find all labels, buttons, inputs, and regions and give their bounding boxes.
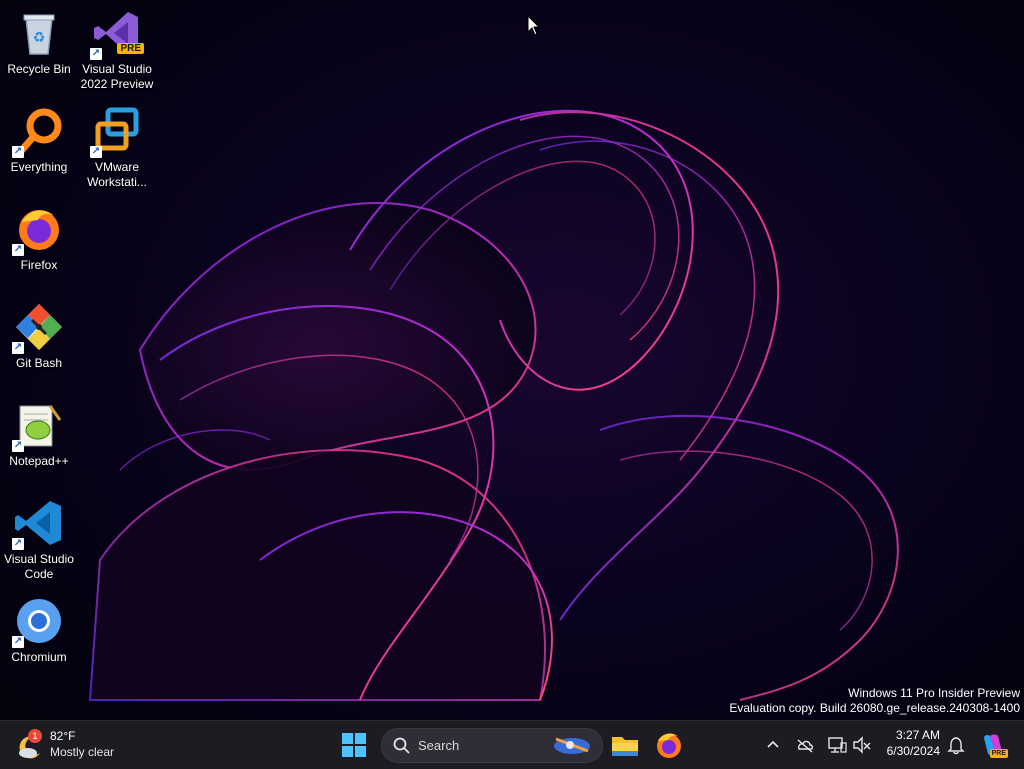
copilot-pre-badge: PRE <box>989 749 1008 758</box>
desktop-icon-vscode[interactable]: ↗ Visual Studio Code <box>0 490 78 582</box>
network-icon <box>828 737 847 753</box>
desktop-icon-label: Notepad++ <box>9 454 69 468</box>
everything-search-icon: ↗ <box>12 106 64 158</box>
recycle-bin-icon: ♻ <box>14 8 64 58</box>
notepadpp-icon: ↗ <box>12 400 64 452</box>
shortcut-arrow-icon: ↗ <box>12 538 24 550</box>
desktop-icon-everything[interactable]: ↗ Everything <box>0 98 78 175</box>
desktop-icon-vmware-workstation[interactable]: ↗ VMware Workstati... <box>78 98 156 190</box>
notification-button[interactable] <box>946 735 966 755</box>
shortcut-arrow-icon: ↗ <box>12 146 24 158</box>
desktop-icon-firefox[interactable]: ↗ Firefox <box>0 196 78 273</box>
desktop-icon-label: Everything <box>10 160 68 174</box>
desktop-icon-label: VMware Workstati... <box>87 160 147 189</box>
onedrive-tray[interactable] <box>795 735 815 755</box>
watermark-build: Evaluation copy. Build 26080.ge_release.… <box>729 701 1020 715</box>
weather-condition: Mostly clear <box>50 745 115 759</box>
weather-alert-badge: 1 <box>28 729 42 743</box>
windows-watermark: Windows 11 Pro Insider Preview Evaluatio… <box>729 686 1020 716</box>
watermark-edition: Windows 11 Pro Insider Preview <box>848 686 1020 700</box>
svg-text:♻: ♻ <box>33 30 46 46</box>
vmware-icon: ↗ <box>90 106 142 158</box>
shortcut-arrow-icon: ↗ <box>90 48 102 60</box>
desktop-icon-notepadpp[interactable]: ↗ Notepad++ <box>0 392 78 469</box>
taskbar-search-box[interactable]: Search <box>381 728 603 763</box>
firefox-icon <box>657 733 681 758</box>
shortcut-arrow-icon: ↗ <box>12 342 24 354</box>
onedrive-offline-icon <box>797 739 814 753</box>
desktop-icon-label: Visual Studio 2022 Preview <box>80 62 154 91</box>
taskbar: 1 82°F Mostly clear Search 3:27 AM 6/30/… <box>0 720 1024 769</box>
git-bash-icon: ↗ <box>12 302 64 354</box>
chevron-up-icon <box>767 740 779 748</box>
shortcut-arrow-icon: ↗ <box>12 244 24 256</box>
vscode-icon: ↗ <box>12 498 64 550</box>
search-placeholder: Search <box>418 738 460 753</box>
clock-date: 6/30/2024 <box>886 744 940 758</box>
visual-studio-icon: PRE ↗ <box>90 8 144 60</box>
start-button[interactable] <box>340 731 368 759</box>
copilot-button[interactable]: PRE <box>980 732 1008 758</box>
desktop-icon-visual-studio-2022-preview[interactable]: PRE ↗ Visual Studio 2022 Preview <box>78 0 156 92</box>
desktop-icon-label: Chromium <box>11 650 67 664</box>
search-icon <box>393 737 410 754</box>
network-tray[interactable] <box>827 735 847 755</box>
weather-widget[interactable]: 1 82°F Mostly clear <box>14 727 134 763</box>
volume-tray[interactable] <box>852 735 872 755</box>
search-highlight-icon <box>554 737 590 754</box>
show-hidden-icons-button[interactable] <box>763 735 783 755</box>
chromium-icon: ↗ <box>12 596 64 648</box>
taskbar-firefox[interactable] <box>653 729 685 761</box>
windows-logo-icon <box>342 733 366 757</box>
desktop-icon-git-bash[interactable]: ↗ Git Bash <box>0 294 78 371</box>
desktop-icon-label: Recycle Bin <box>7 62 71 76</box>
weather-temperature: 82°F <box>50 729 76 743</box>
pre-badge: PRE <box>117 43 144 54</box>
clock-time: 3:27 AM <box>895 728 940 742</box>
desktop-icon-label: Visual Studio Code <box>4 552 74 581</box>
volume-muted-icon <box>853 736 871 754</box>
desktop-icon-label: Git Bash <box>15 356 63 370</box>
taskbar-file-explorer[interactable] <box>609 729 641 761</box>
firefox-icon: ↗ <box>12 204 64 256</box>
shortcut-arrow-icon: ↗ <box>12 636 24 648</box>
notification-bell-icon <box>947 737 965 755</box>
desktop-icon-recycle-bin[interactable]: ♻ Recycle Bin <box>0 0 78 77</box>
taskbar-clock[interactable]: 3:27 AM 6/30/2024 <box>880 727 940 759</box>
shortcut-arrow-icon: ↗ <box>90 146 102 158</box>
file-explorer-icon <box>612 737 638 756</box>
desktop-icon-label: Firefox <box>20 258 58 272</box>
mouse-pointer-icon <box>527 15 541 36</box>
desktop-icon-chromium[interactable]: ↗ Chromium <box>0 588 78 665</box>
shortcut-arrow-icon: ↗ <box>12 440 24 452</box>
